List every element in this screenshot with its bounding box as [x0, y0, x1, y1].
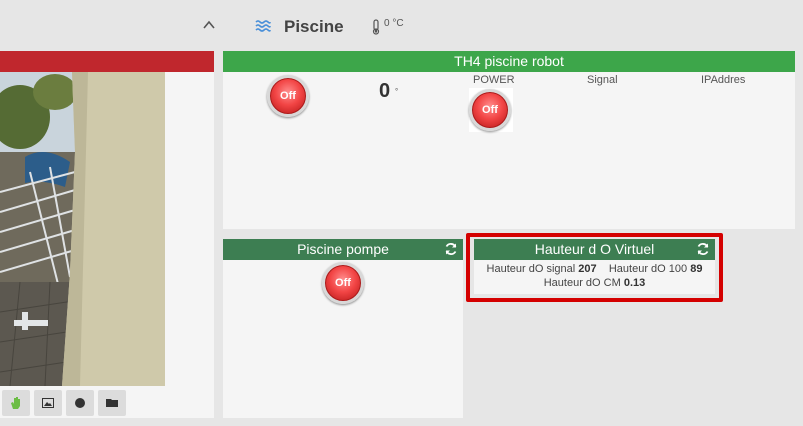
folder-icon — [105, 399, 118, 407]
chevron-up-icon[interactable] — [201, 17, 217, 33]
pompe-widget: Piscine pompe Off — [223, 239, 463, 418]
robot-power-switch[interactable]: Off — [469, 89, 511, 131]
signal-label: Signal — [587, 74, 618, 86]
camera-panel — [0, 51, 214, 418]
camera-folder-button[interactable] — [98, 390, 126, 416]
power-label: POWER — [473, 74, 515, 86]
page-title: Piscine — [284, 17, 344, 36]
robot-value-unit: ° — [395, 87, 399, 96]
robot-widget: TH4 piscine robot Off 0 ° POWER Signal I… — [223, 51, 795, 229]
camera-image[interactable] — [0, 72, 165, 386]
image-icon — [42, 398, 54, 408]
pompe-title-text: Piscine pompe — [297, 241, 389, 257]
camera-snapshot-button[interactable] — [34, 390, 62, 416]
temperature-readout: 0 °C — [384, 18, 404, 29]
robot-widget-title: TH4 piscine robot — [223, 51, 795, 72]
water-waves-icon — [255, 20, 271, 32]
camera-toolbar — [2, 390, 126, 416]
robot-switch-1[interactable]: Off — [267, 75, 309, 117]
camera-record-button[interactable] — [66, 390, 94, 416]
hand-icon — [11, 397, 20, 409]
refresh-icon[interactable] — [444, 242, 458, 256]
camera-move-button[interactable] — [2, 390, 30, 416]
thermometer-icon — [372, 19, 380, 35]
pompe-widget-title: Piscine pompe — [223, 239, 463, 260]
highlight-frame — [466, 233, 723, 302]
camera-header-bar — [0, 51, 214, 72]
record-icon — [75, 398, 85, 408]
robot-value: 0 — [379, 80, 391, 102]
pompe-switch[interactable]: Off — [322, 262, 364, 304]
ip-address-label: IPAddres — [701, 74, 746, 86]
